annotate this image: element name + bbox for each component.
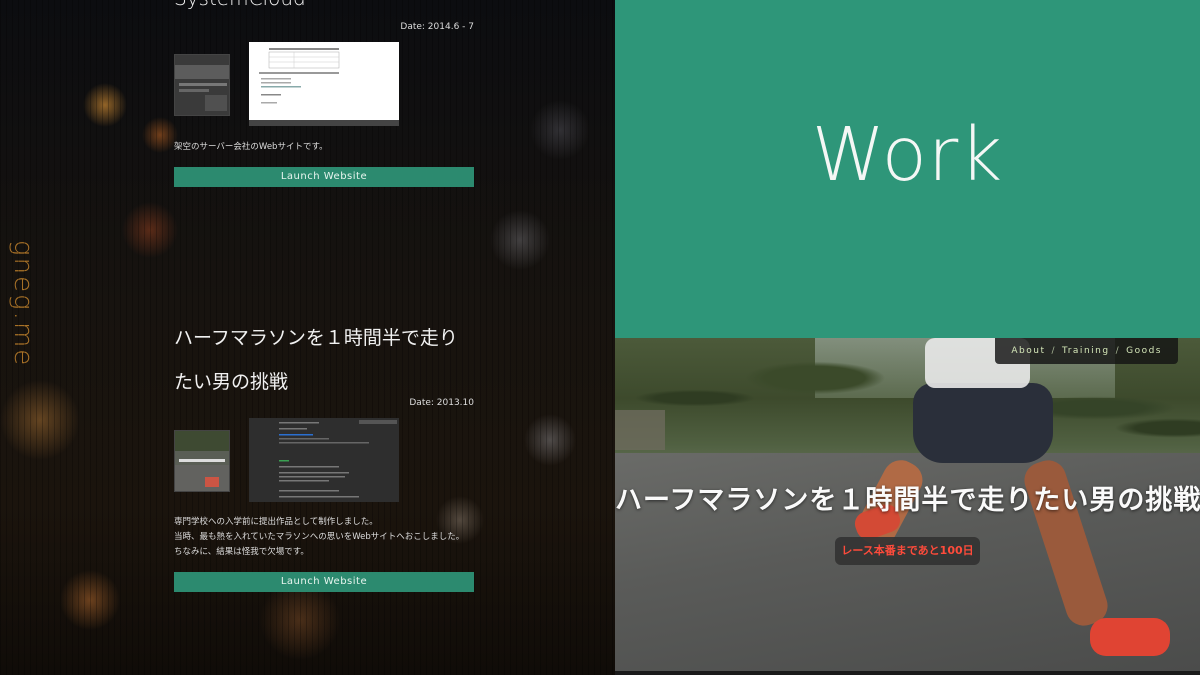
project-screenshot[interactable] [249, 42, 399, 126]
launch-website-button[interactable]: Launch Website [174, 572, 474, 592]
nav-separator: / [1051, 346, 1057, 356]
work-list-panel: gneg.me SystemCloud Date: 2014.6 - 7 [0, 0, 615, 675]
project-date: Date: 2013.10 [409, 398, 474, 408]
project-description: 架空のサーバー会社のWebサイトです。 [174, 140, 474, 155]
nav-separator: / [1115, 346, 1121, 356]
site-nav: About / Training / Goods [995, 338, 1178, 364]
thumbnail-graphic [175, 55, 229, 115]
project-description: 専門学校への入学前に提出作品として制作しました。 当時、最も熱を入れていたマラソ… [174, 515, 474, 560]
bottom-edge [615, 671, 1200, 675]
launch-website-button[interactable]: Launch Website [174, 167, 474, 187]
description-line: 専門学校への入学前に提出作品として制作しました。 [174, 517, 378, 527]
project-thumbnail-small[interactable] [174, 54, 230, 116]
background-fence [615, 410, 665, 450]
section-title: Work [811, 112, 1004, 198]
nav-training[interactable]: Training [1062, 338, 1110, 364]
project-date: Date: 2014.6 - 7 [400, 22, 474, 32]
site-heading: ハーフマラソンを１時間半で走りたい男の挑戦 [615, 485, 1200, 516]
screenshot-graphic [249, 42, 399, 126]
work-header-panel: Work [615, 0, 1200, 338]
nav-about[interactable]: About [1011, 338, 1045, 364]
work-section: Work About / Training / Goods ハーフマラソンを１時… [615, 0, 1200, 675]
screenshot-graphic [249, 418, 399, 502]
vertical-logo: gneg.me [8, 240, 38, 368]
description-line: 架空のサーバー会社のWebサイトです。 [174, 142, 328, 152]
site-preview[interactable]: About / Training / Goods ハーフマラソンを１時間半で走り… [615, 338, 1200, 675]
project-screenshot[interactable] [249, 418, 399, 502]
project-title: ハーフマラソンを１時間半で走りたい男の挑戦 [174, 327, 458, 393]
runner-shoe [1090, 618, 1170, 656]
thumbnail-graphic [175, 431, 229, 491]
project-thumbnail-small[interactable] [174, 430, 230, 492]
runner-shorts [913, 383, 1053, 463]
countdown-badge: レース本番まであと100日 [835, 537, 980, 565]
description-line: 当時、最も熱を入れていたマラソンへの思いをWebサイトへおこしました。 [174, 532, 465, 542]
description-line: ちなみに、結果は怪我で欠場です。 [174, 547, 309, 557]
project-title: SystemCloud [174, 0, 306, 10]
nav-goods[interactable]: Goods [1126, 338, 1162, 364]
